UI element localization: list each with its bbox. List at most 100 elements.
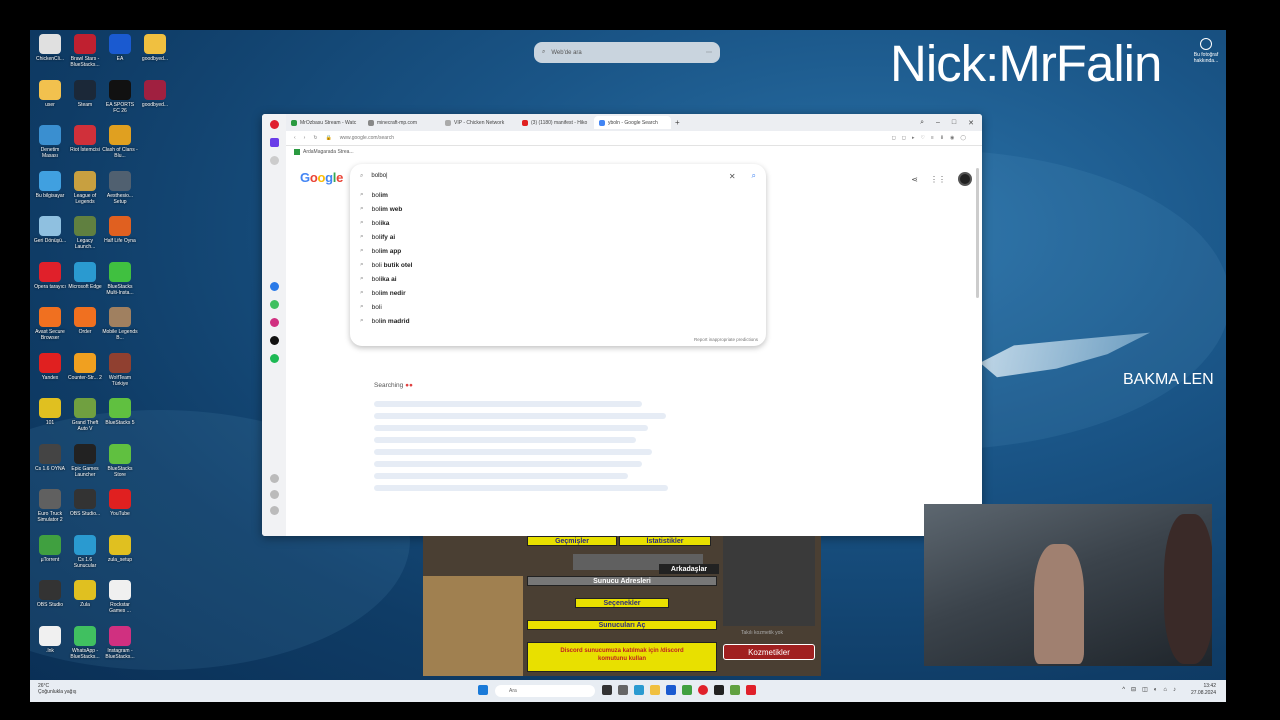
copilot-icon[interactable] (634, 685, 644, 695)
suggestion-item[interactable]: ⌕ bolim web (350, 202, 766, 216)
desktop-icon[interactable]: µTorrent (32, 534, 68, 563)
minimize-button[interactable]: – (936, 119, 940, 127)
google-search-input[interactable]: ⌕ bolbo| ✕ ⌕ (350, 164, 766, 188)
steam-icon[interactable] (714, 685, 724, 695)
opera-logo-icon[interactable] (270, 120, 279, 129)
close-button[interactable]: ✕ (968, 119, 974, 127)
settings-icon[interactable] (270, 506, 279, 515)
desktop-icon[interactable]: YouTube (102, 489, 138, 517)
clear-icon[interactable]: ✕ (729, 172, 736, 181)
desktop-icon[interactable]: Aesthesio... Setup (102, 170, 138, 205)
search-submit-icon[interactable]: ⌕ (752, 171, 756, 181)
report-predictions-link[interactable]: Report inappropriate predictions (694, 337, 758, 342)
desktop-icon[interactable]: Yandex (32, 352, 68, 381)
weather-widget[interactable]: 26°C Çoğunlukla yağış (38, 683, 76, 695)
suggestion-item[interactable]: ⌕ boli (350, 300, 766, 314)
suggestion-item[interactable]: ⌕ bolika ai (350, 272, 766, 286)
desktop-icon[interactable]: Cs 1.6 Sunucular (67, 534, 103, 569)
options-button[interactable]: Seçenekler (575, 598, 669, 608)
reload-icon[interactable]: ↻ (313, 135, 317, 141)
desktop-icon[interactable]: League of Legends (67, 170, 103, 205)
desktop-icon[interactable]: user (32, 79, 68, 108)
web-search-box[interactable]: ⌕ Web'de ara ⋯ (534, 42, 720, 63)
desktop-icon[interactable]: Euro Truck Simulator 2 (32, 489, 68, 523)
open-servers-button[interactable]: Sunucuları Aç (527, 620, 717, 630)
opera-icon[interactable] (698, 685, 708, 695)
desktop-icon[interactable]: zula_setup (102, 534, 138, 563)
suggestion-item[interactable]: ⌕ bolim nedir (350, 286, 766, 300)
desktop-icon[interactable]: OBS Studio (32, 580, 68, 608)
browser-tab[interactable]: MrOzbasu Stream - Watc (286, 116, 363, 129)
server-address-button[interactable]: Sunucu Adresleri (527, 576, 717, 586)
desktop-icon[interactable]: goodbyed... (137, 34, 173, 62)
browser-tab[interactable]: VIP - Chicken Network (440, 116, 517, 129)
desktop-icon[interactable]: Denetim Masası (32, 125, 68, 159)
desktop-icon[interactable]: Bu bilgisayar (32, 170, 68, 199)
suggestion-item[interactable]: ⌕ bolika (350, 216, 766, 230)
desktop-icon[interactable]: EA SPORTS FC 26 (102, 79, 138, 114)
desktop-icon[interactable]: Order (67, 307, 103, 335)
avatar[interactable] (958, 172, 972, 186)
desktop-icon[interactable]: Microsoft Edge (67, 261, 103, 290)
browser-tab[interactable]: minecraft-mp.com (363, 116, 440, 129)
messenger-icon[interactable] (270, 282, 279, 291)
desktop-icon[interactable]: Epic Games Launcher (67, 443, 103, 478)
desktop-icon[interactable]: Half Life Oyna (102, 216, 138, 244)
spotify-icon[interactable] (270, 354, 279, 363)
whatsapp-icon[interactable] (270, 300, 279, 309)
desktop-icon[interactable]: Cs 1.6 OYNA (32, 443, 68, 472)
desktop-icon[interactable]: Rockstar Games ... (102, 580, 138, 614)
tiktok-icon[interactable] (270, 336, 279, 345)
suggestion-item[interactable]: ⌕ boli butik otel (350, 258, 766, 272)
friends-button[interactable]: Arkadaşlar (659, 564, 719, 574)
desktop-icon[interactable]: WhatsApp - BlueStacks... (67, 625, 103, 660)
share-icon[interactable]: ⋖ (911, 175, 918, 184)
desktop-icon[interactable]: Avast Secure Browser (32, 307, 68, 341)
toolbar-icons[interactable]: ◻◻▸♡≡⬇◉◯ (892, 135, 982, 141)
google-logo[interactable]: Google (300, 170, 343, 185)
photo-info-button[interactable]: Bu fotoğraf hakkında... (1186, 38, 1226, 64)
desktop-icon[interactable]: OBS Studio... (67, 489, 103, 517)
cosmetics-button[interactable]: Kozmetikler (723, 644, 815, 660)
task-view-icon[interactable] (602, 685, 612, 695)
forward-icon[interactable]: › (304, 135, 306, 141)
store-icon[interactable] (666, 685, 676, 695)
apps-grid-icon[interactable]: ⋮⋮ (930, 175, 946, 184)
more-icon[interactable]: ⋯ (706, 49, 712, 56)
desktop-icon[interactable]: BlueStacks 5 (102, 398, 138, 426)
chrome-icon[interactable] (746, 685, 756, 695)
desktop-icon[interactable]: Riot İstemcisi (67, 125, 103, 153)
file-explorer-icon[interactable] (650, 685, 660, 695)
minecraft-icon[interactable] (730, 685, 740, 695)
heart-icon[interactable] (270, 474, 279, 483)
desktop-icon[interactable]: Counter-Str... 2 (67, 352, 103, 381)
history-icon[interactable] (270, 490, 279, 499)
maximize-button[interactable]: □ (952, 119, 956, 127)
url-field[interactable]: www.google.com/search (340, 135, 394, 141)
desktop-icon[interactable]: Mobile Legends B... (102, 307, 138, 341)
suggestion-item[interactable]: ⌕ bolim (350, 188, 766, 202)
statistics-button[interactable]: İstatistikler (619, 536, 711, 546)
desktop-icon[interactable]: Opera tarayıcı (32, 261, 68, 290)
desktop-icon[interactable]: Zula (67, 580, 103, 608)
desktop-icon[interactable]: Grand Theft Auto V (67, 398, 103, 432)
desktop-icon[interactable]: ChickenCli... (32, 34, 68, 62)
browser-tab[interactable]: yboln - Google Search (594, 116, 671, 129)
desktop-icon[interactable]: EA (102, 34, 138, 62)
star-icon[interactable] (270, 156, 279, 165)
widgets-icon[interactable] (618, 685, 628, 695)
desktop-icon[interactable]: Brawl Stars - BlueStacks... (67, 34, 103, 68)
desktop-icon[interactable]: 101 (32, 398, 68, 426)
clock[interactable]: 13:42 27.08.2024 (1191, 683, 1216, 697)
suggestion-item[interactable]: ⌕ bolify ai (350, 230, 766, 244)
system-tray[interactable]: ^⊟◫◐⌂♪ (1122, 686, 1182, 693)
taskbar-search[interactable]: Ara (495, 685, 595, 697)
desktop-icon[interactable]: WolfTeam Türkiye (102, 352, 138, 387)
utorrent-icon[interactable] (682, 685, 692, 695)
desktop-icon[interactable]: Steam (67, 79, 103, 108)
desktop-icon[interactable]: Instagram - BlueStacks... (102, 625, 138, 660)
browser-tab[interactable]: (3) (1180) manifest - Hiko (517, 116, 594, 129)
desktop-icon[interactable]: Clash of Clans - Blu... (102, 125, 138, 159)
scrollbar[interactable] (976, 168, 979, 298)
history-button[interactable]: Geçmişler (527, 536, 617, 546)
